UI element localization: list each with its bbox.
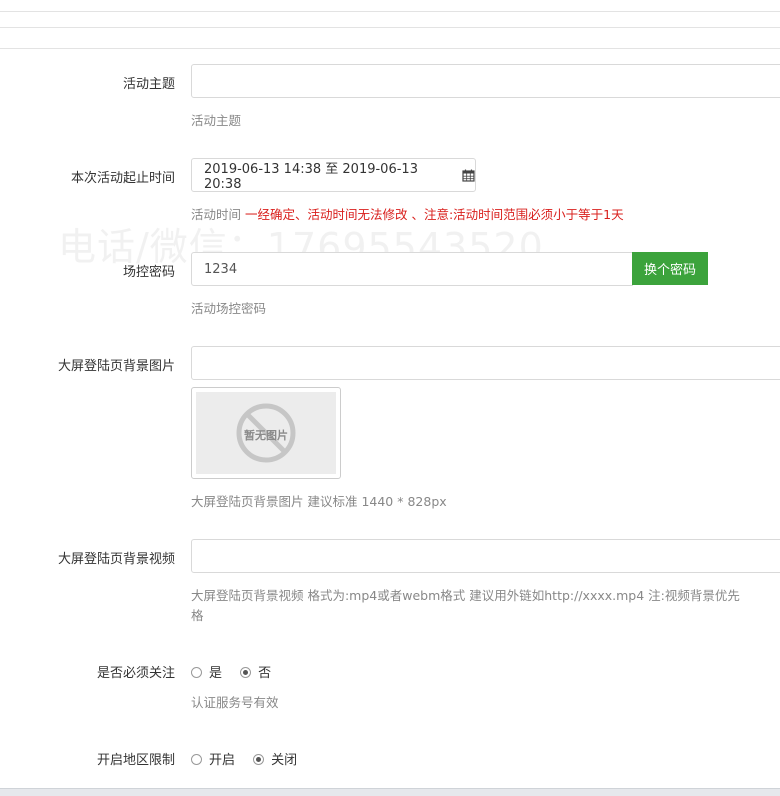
bg-image-thumbnail[interactable]: 暂无图片 [191, 387, 341, 479]
time-help-prefix: 活动时间 [191, 207, 245, 222]
topic-label: 活动主题 [122, 77, 175, 92]
follow-yes-label[interactable]: 是 [209, 666, 222, 681]
follow-label: 是否必须关注 [96, 666, 175, 681]
password-value: 1234 [204, 261, 238, 277]
region-on-label[interactable]: 开启 [209, 753, 235, 768]
region-radio-group: 开启 关闭 [191, 749, 311, 768]
no-image-text: 暂无图片 [244, 429, 288, 442]
region-on-radio[interactable] [191, 754, 202, 765]
bg-video-help-cont: 格 [191, 608, 204, 623]
region-label: 开启地区限制 [96, 753, 175, 768]
time-range-value: 2019-06-13 14:38 至 2019-06-13 20:38 [204, 162, 418, 192]
no-image-placeholder: 暂无图片 [196, 392, 336, 474]
follow-no-label[interactable]: 否 [258, 666, 271, 681]
time-label: 本次活动起止时间 [70, 171, 175, 186]
time-help: 活动时间 一经确定、活动时间无法修改 、注意:活动时间范围必须小于等于1天 [191, 204, 624, 223]
divider [0, 11, 780, 12]
change-password-button[interactable]: 换个密码 [632, 252, 708, 285]
topic-input[interactable] [191, 64, 780, 98]
divider [0, 48, 780, 49]
calendar-icon[interactable] [462, 169, 475, 182]
password-label: 场控密码 [122, 265, 175, 280]
region-off-radio[interactable] [253, 754, 265, 765]
password-input[interactable]: 1234 [191, 252, 633, 286]
bg-image-label: 大屏登陆页背景图片 [57, 359, 175, 374]
follow-yes-radio[interactable] [191, 667, 202, 678]
bg-video-input[interactable] [191, 539, 780, 573]
bg-image-help: 大屏登陆页背景图片 建议标准 1440 * 828px [191, 494, 447, 509]
topic-help: 活动主题 [191, 113, 242, 128]
bg-image-input[interactable] [191, 346, 780, 380]
bg-video-help: 大屏登陆页背景视频 格式为:mp4或者webm格式 建议用外链如http://x… [191, 588, 740, 603]
time-help-warning: 一经确定、活动时间无法修改 、注意:活动时间范围必须小于等于1天 [244, 207, 624, 222]
follow-help: 认证服务号有效 [191, 695, 279, 710]
divider [0, 27, 780, 28]
region-off-label[interactable]: 关闭 [271, 753, 297, 768]
bg-video-label: 大屏登陆页背景视频 [57, 552, 175, 567]
time-range-input[interactable]: 2019-06-13 14:38 至 2019-06-13 20:38 [191, 158, 476, 192]
password-help: 活动场控密码 [191, 301, 267, 316]
follow-radio-group: 是 否 [191, 662, 285, 681]
follow-no-radio[interactable] [240, 667, 252, 678]
